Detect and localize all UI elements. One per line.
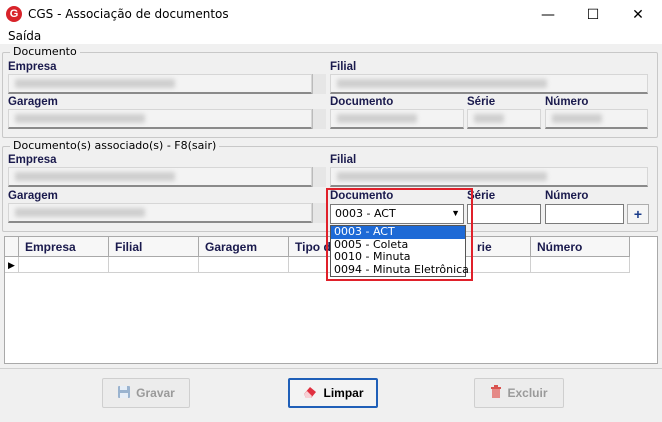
title-bar: G CGS - Associação de documentos — ☐ ✕ (0, 0, 662, 30)
empresa-field[interactable] (8, 74, 312, 94)
gravar-label: Gravar (136, 386, 175, 400)
minimize-button[interactable]: — (525, 0, 571, 30)
associados-group-title: Documento(s) associado(s) - F8(sair) (10, 139, 220, 152)
grid-header-filial[interactable]: Filial (109, 237, 199, 257)
assoc-empresa-field[interactable] (8, 167, 312, 187)
grid-cell[interactable] (531, 257, 630, 273)
assoc-garagem-dropdown-button[interactable] (312, 203, 326, 223)
highlight-box (326, 188, 473, 281)
excluir-label: Excluir (507, 386, 548, 400)
garagem-dropdown-button[interactable] (312, 109, 326, 129)
save-icon (117, 385, 131, 402)
grid-header-empresa[interactable]: Empresa (19, 237, 109, 257)
grid-header-garagem[interactable]: Garagem (199, 237, 289, 257)
assoc-filial-label: Filial (330, 154, 357, 166)
empresa-dropdown-button[interactable] (312, 74, 326, 94)
gravar-button[interactable]: Gravar (102, 378, 190, 408)
filial-label: Filial (330, 61, 357, 73)
footer-divider (0, 368, 662, 369)
numero-label: Número (545, 96, 589, 108)
trash-icon (490, 384, 502, 402)
close-button[interactable]: ✕ (615, 0, 661, 30)
grid-header-numero[interactable]: Número (531, 237, 630, 257)
documento-field[interactable] (330, 109, 464, 129)
filial-field[interactable] (330, 74, 648, 94)
assoc-filial-field[interactable] (330, 167, 648, 187)
empresa-label: Empresa (8, 61, 57, 73)
menu-bar: Saída (0, 29, 662, 44)
row-indicator-icon: ▶ (5, 257, 19, 273)
garagem-label: Garagem (8, 96, 58, 108)
garagem-field[interactable] (8, 109, 312, 129)
grid-corner (5, 237, 19, 257)
window-title: CGS - Associação de documentos (28, 7, 229, 21)
limpar-label: Limpar (323, 386, 364, 400)
eraser-icon (302, 385, 318, 402)
assoc-empresa-label: Empresa (8, 154, 57, 166)
grid-cell[interactable] (199, 257, 289, 273)
grid-cell[interactable] (109, 257, 199, 273)
limpar-button[interactable]: Limpar (288, 378, 378, 408)
maximize-button[interactable]: ☐ (570, 0, 616, 30)
app-logo-icon: G (6, 6, 22, 22)
numero-field[interactable] (545, 109, 648, 129)
menu-item-saida[interactable]: Saída (8, 29, 41, 43)
assoc-garagem-field[interactable] (8, 203, 312, 223)
assoc-garagem-label: Garagem (8, 190, 58, 202)
documento-label: Documento (330, 96, 394, 108)
serie-field[interactable] (467, 109, 541, 129)
excluir-button[interactable]: Excluir (474, 378, 564, 408)
documento-group-title: Documento (10, 45, 80, 58)
assoc-numero-label: Número (545, 190, 589, 202)
assoc-serie-field[interactable] (467, 204, 541, 224)
serie-label: Série (467, 96, 496, 108)
assoc-empresa-dropdown-button[interactable] (312, 167, 326, 187)
grid-cell[interactable] (19, 257, 109, 273)
assoc-numero-field[interactable] (545, 204, 624, 224)
add-document-button[interactable]: + (627, 204, 649, 224)
